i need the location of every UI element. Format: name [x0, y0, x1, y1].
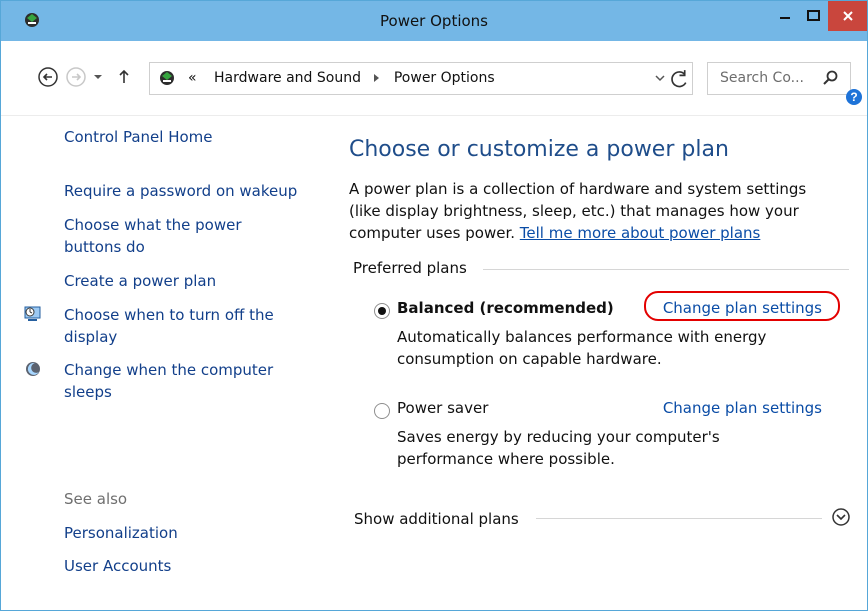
up-button[interactable]: [113, 65, 135, 89]
power-saver-plan-description: Saves energy by reducing your computer's…: [397, 428, 720, 468]
power-saver-change-plan-settings-link[interactable]: Change plan settings: [663, 399, 822, 417]
computer-sleeps-link[interactable]: Change when the computer sleeps: [64, 359, 294, 403]
see-also-label: See also: [64, 490, 128, 508]
refresh-icon[interactable]: [667, 67, 692, 90]
title-bar: Power Options: [1, 1, 867, 41]
balanced-radio[interactable]: [374, 303, 390, 319]
minimize-icon: [780, 17, 790, 19]
maximize-button[interactable]: [800, 1, 828, 31]
minimize-button[interactable]: [770, 1, 800, 31]
power-saver-plan-label[interactable]: Power saver: [397, 399, 488, 417]
search-icon[interactable]: [821, 69, 839, 87]
preferred-plans-label: Preferred plans: [353, 259, 467, 277]
back-arrow-icon: [38, 67, 58, 87]
change-plan-highlight: [644, 291, 840, 321]
navigation-bar: « Hardware and Sound Power Options Searc…: [1, 41, 867, 116]
power-options-window: Power Options « Hardware and Sound Power…: [0, 0, 868, 611]
breadcrumb-power-options[interactable]: Power Options: [394, 70, 495, 86]
preferred-plans-divider: [483, 269, 849, 270]
close-icon: [842, 11, 853, 21]
breadcrumb-arrow-icon: [374, 74, 380, 82]
power-buttons-link[interactable]: Choose what the power buttons do: [64, 214, 274, 258]
close-button[interactable]: [828, 1, 867, 31]
control-panel-home-link[interactable]: Control Panel Home: [64, 126, 213, 148]
power-plan-description: A power plan is a collection of hardware…: [349, 178, 819, 244]
tell-me-more-link[interactable]: Tell me more about power plans: [520, 224, 761, 242]
address-history-icon[interactable]: [655, 73, 665, 83]
forward-arrow-icon: [66, 67, 86, 87]
breadcrumb: « Hardware and Sound Power Options: [188, 70, 495, 86]
maximize-icon: [807, 10, 820, 21]
breadcrumb-overflow[interactable]: «: [188, 70, 197, 86]
window-title: Power Options: [380, 12, 488, 30]
control-panel-icon: [160, 71, 174, 85]
breadcrumb-hardware-and-sound[interactable]: Hardware and Sound: [214, 70, 361, 86]
page-title: Choose or customize a power plan: [349, 137, 729, 162]
moon-icon: [26, 362, 40, 376]
up-arrow-icon: [119, 69, 129, 83]
back-button[interactable]: [37, 65, 59, 89]
balanced-plan-description: Automatically balances performance with …: [397, 328, 767, 368]
turn-off-display-link[interactable]: Choose when to turn off the display: [64, 304, 294, 348]
display-clock-icon: [24, 306, 41, 321]
create-power-plan-link[interactable]: Create a power plan: [64, 270, 216, 292]
help-icon[interactable]: ?: [846, 89, 862, 105]
search-box[interactable]: Search Co...: [707, 62, 851, 95]
power-saver-radio[interactable]: [374, 403, 390, 419]
search-placeholder: Search Co...: [720, 70, 804, 86]
additional-plans-divider: [536, 518, 822, 519]
user-accounts-link[interactable]: User Accounts: [64, 555, 171, 577]
recent-locations-button[interactable]: [90, 65, 106, 89]
address-bar[interactable]: « Hardware and Sound Power Options: [149, 62, 693, 95]
main-panel: Choose or customize a power plan A power…: [349, 116, 851, 610]
personalization-link[interactable]: Personalization: [64, 522, 178, 544]
forward-button[interactable]: [65, 65, 87, 89]
show-additional-plans-label[interactable]: Show additional plans: [354, 510, 519, 528]
chevron-down-icon: [94, 75, 102, 79]
require-password-link[interactable]: Require a password on wakeup: [64, 180, 297, 202]
svg-text:?: ?: [850, 90, 857, 104]
balanced-plan-label[interactable]: Balanced (recommended): [397, 299, 614, 317]
content-area: ? Control Panel Home Require a password …: [1, 89, 867, 610]
expand-circle-icon[interactable]: [831, 507, 851, 527]
